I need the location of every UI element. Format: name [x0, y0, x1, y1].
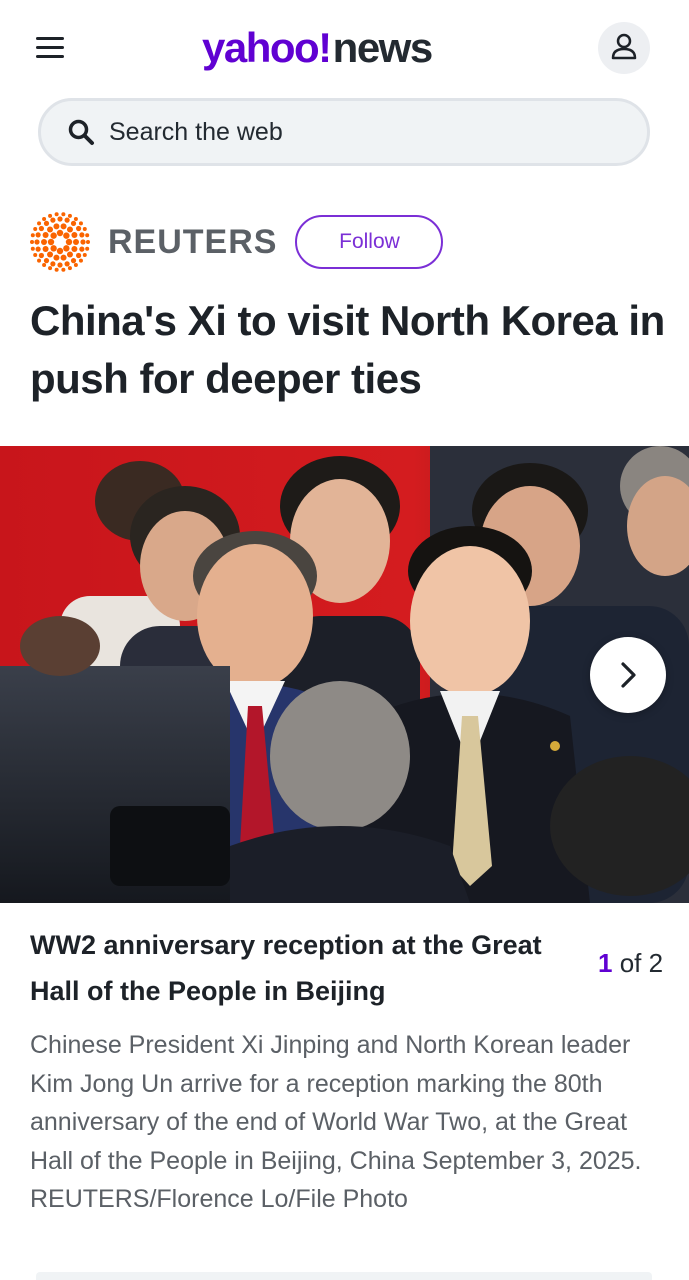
reuters-dot-logo[interactable] [30, 212, 90, 272]
follow-button[interactable]: Follow [295, 215, 444, 269]
search-input[interactable] [109, 117, 609, 147]
slide-counter: 1 of 2 [598, 948, 663, 979]
logo-yahoo-text: yahoo! [202, 24, 332, 71]
top-bar: yahoo! news [0, 0, 689, 96]
user-profile-button[interactable] [598, 22, 650, 74]
next-slide-button[interactable] [590, 637, 666, 713]
provider-row: REUTERS Follow [30, 212, 444, 272]
user-profile-icon [611, 33, 637, 60]
yahoo-news-logo[interactable]: yahoo! news [202, 20, 434, 76]
search-icon [68, 119, 94, 145]
article-headline: China's Xi to visit North Korea in push … [30, 297, 665, 402]
logo-news-text: news [332, 24, 434, 71]
slide-counter-current: 1 [598, 948, 613, 978]
provider-name[interactable]: REUTERS [108, 223, 277, 262]
hamburger-menu-icon[interactable] [30, 30, 70, 66]
slideshow-photo[interactable] [0, 446, 689, 903]
chevron-right-icon [621, 662, 636, 688]
slide-counter-total: of 2 [619, 948, 664, 978]
photo-illustration [0, 446, 689, 903]
slide-caption-body: Chinese President Xi Jinping and North K… [30, 1031, 642, 1213]
slide-caption-title: WW2 anniversary reception at the Great H… [30, 930, 542, 1006]
search-bar[interactable] [38, 98, 650, 166]
bottom-sheet-edge [36, 1272, 652, 1280]
